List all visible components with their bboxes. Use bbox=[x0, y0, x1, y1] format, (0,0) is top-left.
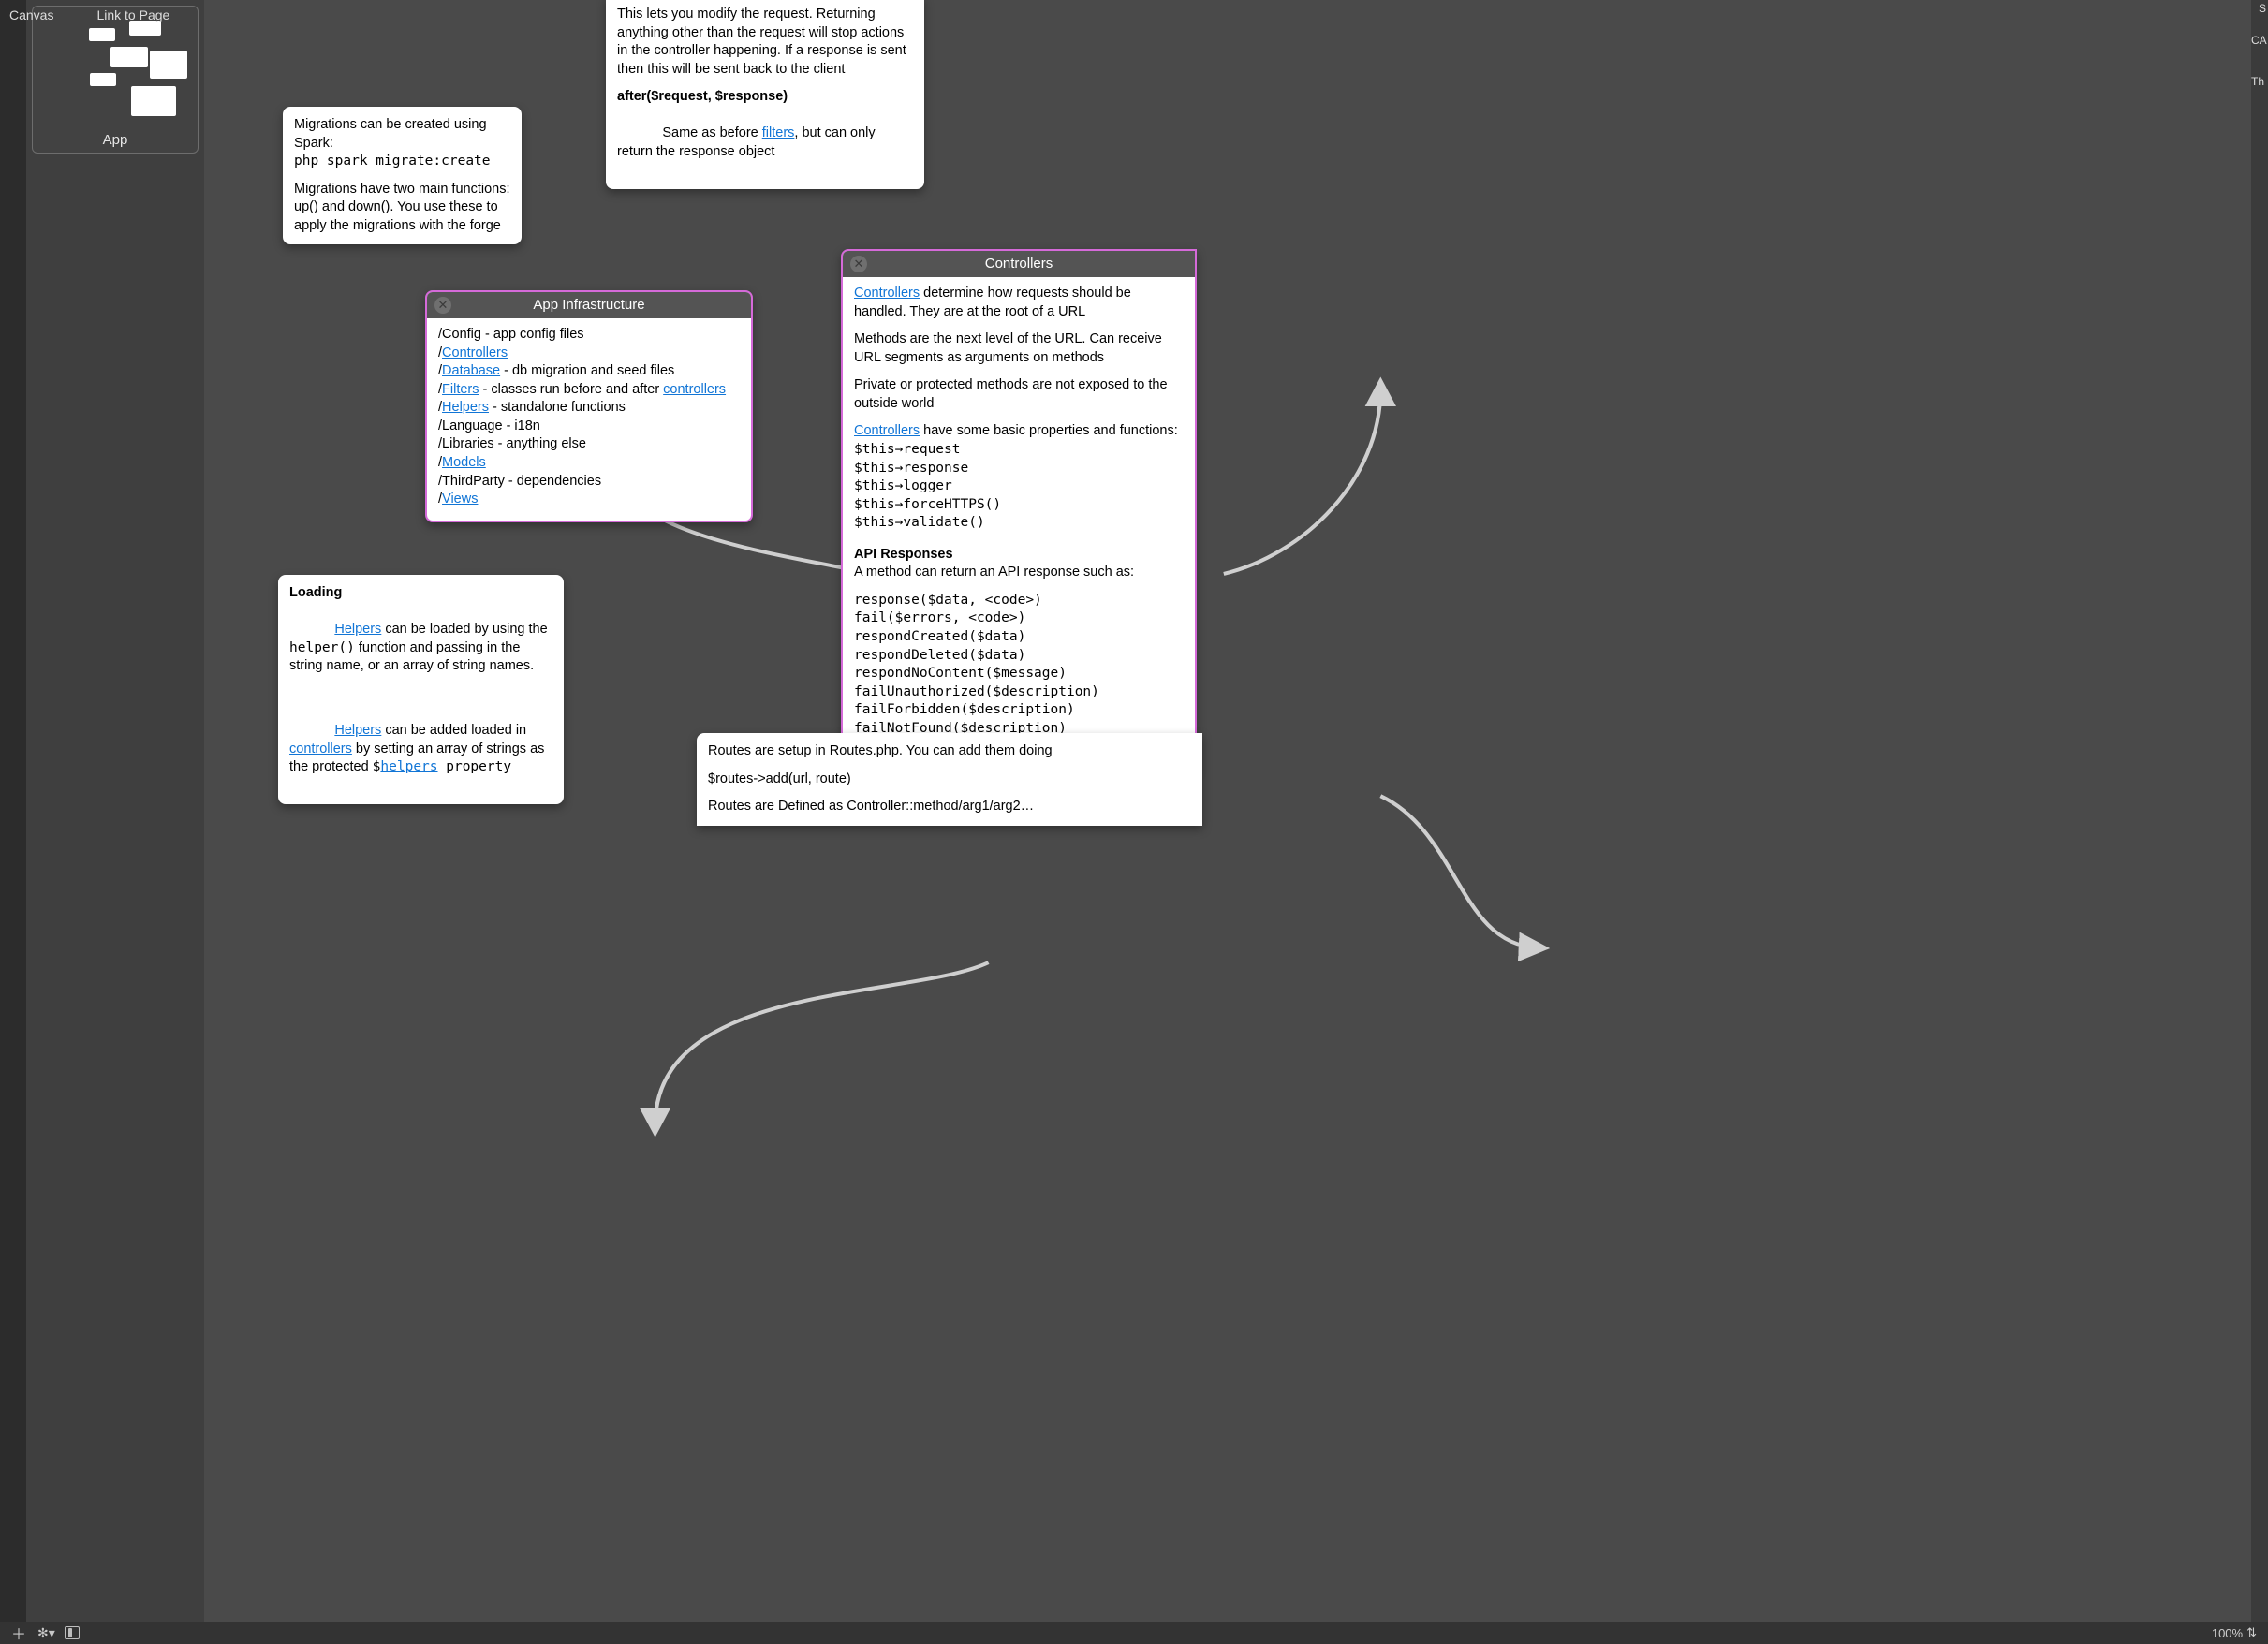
code: $this→logger bbox=[854, 477, 1184, 496]
text: This lets you modify the request. Return… bbox=[617, 6, 913, 79]
left-rail bbox=[0, 0, 26, 1622]
text: /Language - i18n bbox=[438, 418, 740, 436]
text: /ThirdParty - dependencies bbox=[438, 473, 740, 492]
card-migrations[interactable]: Migrations can be created using Spark: p… bbox=[283, 107, 522, 244]
tab-link-to-page[interactable]: Link to Page bbox=[89, 4, 177, 26]
link-controllers[interactable]: controllers bbox=[663, 382, 726, 397]
card-title: Controllers bbox=[985, 255, 1053, 273]
footer: ＋ ✻▾ 100% ⇅ bbox=[0, 1622, 2268, 1644]
close-icon[interactable]: ✕ bbox=[850, 256, 867, 272]
card-header[interactable]: ✕ Controllers bbox=[843, 251, 1195, 277]
text: can be loaded by using the bbox=[381, 622, 551, 637]
code: respondDeleted($data) bbox=[854, 647, 1184, 666]
link-views[interactable]: Views bbox=[442, 492, 478, 506]
zoom-stepper-icon[interactable]: ⇅ bbox=[2246, 1625, 2257, 1640]
card-loading[interactable]: Loading Helpers can be loaded by using t… bbox=[278, 575, 564, 804]
code: $this→response bbox=[854, 460, 1184, 478]
link-helpers-prop[interactable]: helpers bbox=[380, 759, 437, 774]
panel-toggle-icon[interactable] bbox=[65, 1626, 80, 1639]
code: $this→forceHTTPS() bbox=[854, 496, 1184, 515]
text: Methods are the next level of the URL. C… bbox=[854, 330, 1184, 367]
link-filters[interactable]: filters bbox=[762, 125, 795, 140]
thumbnail-label: App bbox=[103, 132, 128, 148]
text: - db migration and seed files bbox=[500, 363, 674, 378]
text: A method can return an API response such… bbox=[854, 564, 1184, 582]
link-controllers[interactable]: controllers bbox=[289, 741, 352, 756]
right-rail-item[interactable]: CA bbox=[2251, 34, 2268, 47]
add-icon[interactable]: ＋ bbox=[11, 1622, 26, 1644]
code: respondCreated($data) bbox=[854, 628, 1184, 647]
code: helper() bbox=[289, 640, 355, 655]
code: response($data, <code>) bbox=[854, 592, 1184, 610]
close-icon[interactable]: ✕ bbox=[434, 297, 451, 314]
right-rail-item[interactable]: Th bbox=[2251, 75, 2268, 88]
text: - classes run before and after bbox=[479, 382, 664, 397]
link-filters[interactable]: Filters bbox=[442, 382, 479, 397]
right-rail: S CA Th bbox=[2251, 0, 2268, 1622]
link-controllers[interactable]: Controllers bbox=[854, 286, 920, 301]
card-filters[interactable]: This lets you modify the request. Return… bbox=[606, 0, 924, 189]
text: /Views bbox=[438, 491, 740, 509]
text: /Helpers - standalone functions bbox=[438, 399, 740, 418]
heading: Loading bbox=[289, 584, 552, 603]
link-models[interactable]: Models bbox=[442, 455, 486, 470]
text: /Models bbox=[438, 454, 740, 473]
text: Helpers can be loaded by using the helpe… bbox=[289, 603, 552, 695]
text: property bbox=[438, 759, 512, 774]
right-rail-item[interactable]: S bbox=[2259, 2, 2266, 15]
card-header[interactable]: ✕ App Infrastructure bbox=[427, 292, 751, 318]
code: respondNoContent($message) bbox=[854, 665, 1184, 683]
code: failUnauthorized($description) bbox=[854, 683, 1184, 702]
sidebar: App bbox=[26, 0, 204, 1622]
text: Same as before bbox=[662, 125, 761, 140]
heading: API Responses bbox=[854, 546, 1184, 565]
link-helpers[interactable]: Helpers bbox=[334, 723, 381, 738]
text: can be added loaded in bbox=[381, 723, 530, 738]
card-app-infrastructure[interactable]: ✕ App Infrastructure /Config - app confi… bbox=[425, 290, 753, 522]
code: php spark migrate:create bbox=[294, 153, 510, 171]
text: Routes are setup in Routes.php. You can … bbox=[708, 742, 1191, 761]
text: Private or protected methods are not exp… bbox=[854, 376, 1184, 413]
text: Helpers can be added loaded in controlle… bbox=[289, 703, 552, 795]
text: /Filters - classes run before and after … bbox=[438, 381, 740, 400]
code: $helpers bbox=[373, 759, 438, 774]
link-helpers[interactable]: Helpers bbox=[442, 400, 489, 415]
gear-icon[interactable]: ✻▾ bbox=[37, 1625, 55, 1641]
text: Same as before filters, but can only ret… bbox=[617, 107, 913, 180]
text: Controllers have some basic properties a… bbox=[854, 422, 1184, 441]
card-controllers[interactable]: ✕ Controllers Controllers determine how … bbox=[841, 249, 1197, 770]
code: $this→validate() bbox=[854, 514, 1184, 533]
link-controllers[interactable]: Controllers bbox=[442, 345, 508, 360]
text: have some basic properties and functions… bbox=[920, 423, 1178, 438]
text: Migrations can be created using Spark: bbox=[294, 116, 510, 153]
canvas-thumbnail[interactable]: App bbox=[32, 6, 199, 154]
text: Routes are Defined as Controller::method… bbox=[708, 798, 1191, 816]
canvas[interactable]: Migrations can be created using Spark: p… bbox=[204, 0, 2251, 1622]
text: Migrations have two main functions: up()… bbox=[294, 181, 510, 236]
link-controllers[interactable]: Controllers bbox=[854, 423, 920, 438]
code: fail($errors, <code>) bbox=[854, 609, 1184, 628]
text: after($request, $response) bbox=[617, 88, 913, 107]
code: failForbidden($description) bbox=[854, 701, 1184, 720]
tab-canvas[interactable]: Canvas bbox=[2, 4, 61, 26]
card-title: App Infrastructure bbox=[533, 296, 644, 315]
text: $routes->add(url, route) bbox=[708, 771, 1191, 789]
text: Controllers determine how requests shoul… bbox=[854, 285, 1184, 321]
text: - standalone functions bbox=[489, 400, 626, 415]
card-routes[interactable]: Routes are setup in Routes.php. You can … bbox=[697, 733, 1202, 826]
zoom-level[interactable]: 100% bbox=[2212, 1626, 2243, 1640]
thumbnail-preview bbox=[37, 11, 193, 127]
top-tabs: Canvas Link to Page bbox=[0, 0, 177, 26]
link-helpers[interactable]: Helpers bbox=[334, 622, 381, 637]
text: /Config - app config files bbox=[438, 326, 740, 345]
text: /Database - db migration and seed files bbox=[438, 362, 740, 381]
text: /Controllers bbox=[438, 345, 740, 363]
link-database[interactable]: Database bbox=[442, 363, 500, 378]
code: $this→request bbox=[854, 441, 1184, 460]
text: /Libraries - anything else bbox=[438, 435, 740, 454]
